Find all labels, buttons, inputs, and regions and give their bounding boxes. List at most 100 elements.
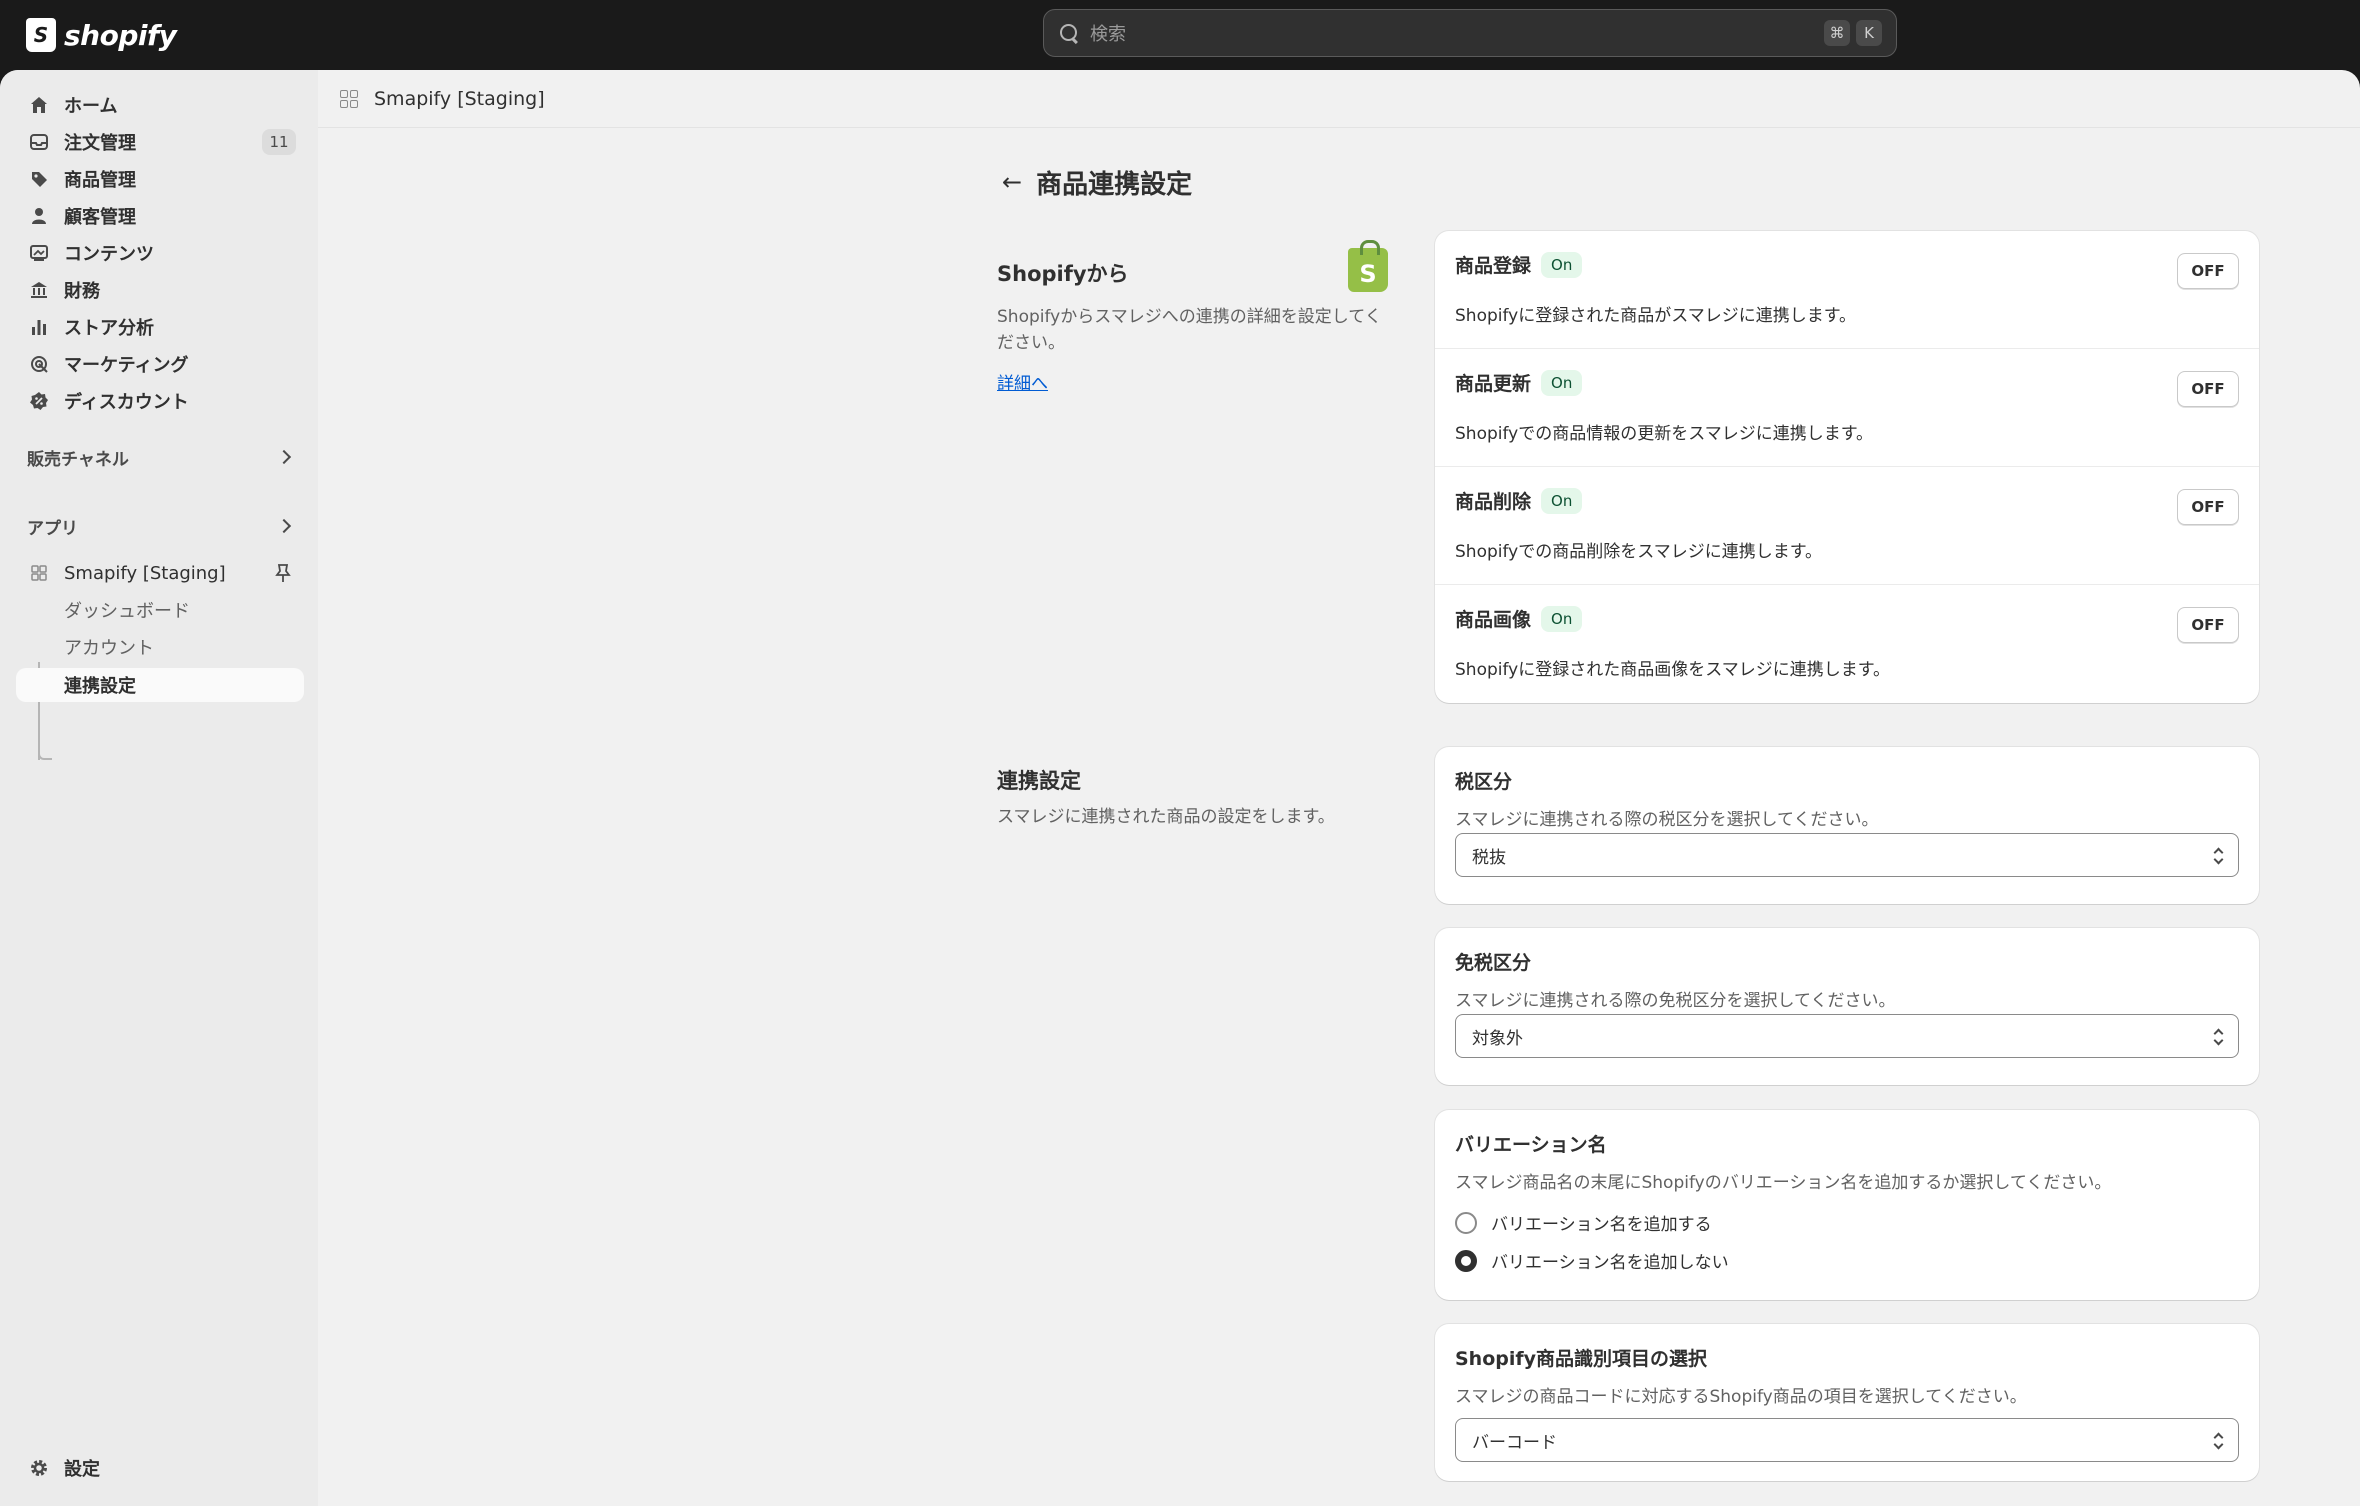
sidebar-item-finance[interactable]: 財務 bbox=[16, 272, 304, 308]
subnav-label: アカウント bbox=[64, 638, 154, 659]
sidebar-item-label: 設定 bbox=[64, 1459, 100, 1480]
sidebar-item-products[interactable]: 商品管理 bbox=[16, 161, 304, 197]
tax-free-card: 免税区分 スマレジに連携される際の免税区分を選択してください。 対象外 bbox=[1435, 928, 2259, 1085]
off-button[interactable]: OFF bbox=[2177, 371, 2239, 407]
tax-free-title: 免税区分 bbox=[1455, 952, 1532, 974]
identifier-select[interactable]: バーコード bbox=[1455, 1418, 2239, 1462]
admin-shell: ホーム 注文管理 11 商品管理 顧客管理 コンテンツ 財務 ストア分析 マーケ… bbox=[0, 70, 2360, 1506]
inbox-icon bbox=[28, 131, 50, 153]
variation-title: バリエーション名 bbox=[1455, 1134, 1607, 1156]
sidebar-item-label: コンテンツ bbox=[64, 244, 154, 265]
sidebar: ホーム 注文管理 11 商品管理 顧客管理 コンテンツ 財務 ストア分析 マーケ… bbox=[0, 70, 318, 1506]
sidebar-item-discounts[interactable]: ディスカウント bbox=[16, 383, 304, 419]
sidebar-item-label: ホーム bbox=[64, 96, 118, 117]
app-grid-icon bbox=[340, 89, 358, 108]
section-title-from-shopify: Shopifyから bbox=[997, 262, 1129, 286]
main-content: Smapify [Staging] ← 商品連携設定 Shopifyから Sho… bbox=[318, 70, 2360, 1506]
tax-card: 税区分 スマレジに連携される際の税区分を選択してください。 税抜 bbox=[1435, 747, 2259, 904]
sidebar-item-label: ストア分析 bbox=[64, 318, 154, 339]
sync-row-image: 商品画像 On Shopifyに登録された商品画像をスマレジに連携します。 OF… bbox=[1435, 585, 2259, 703]
select-arrows-icon bbox=[2212, 1431, 2224, 1451]
row-desc: Shopifyでの商品情報の更新をスマレジに連携します。 bbox=[1455, 424, 1874, 444]
row-desc: Shopifyに登録された商品画像をスマレジに連携します。 bbox=[1455, 660, 1891, 680]
tax-desc: スマレジに連携される際の税区分を選択してください。 bbox=[1455, 810, 1879, 830]
row-title-text: 商品更新 bbox=[1455, 373, 1532, 395]
tax-select[interactable]: 税抜 bbox=[1455, 833, 2239, 877]
pin-icon[interactable] bbox=[274, 563, 292, 588]
row-title: 商品登録 On bbox=[1455, 251, 1583, 278]
subnav-label: ダッシュボード bbox=[64, 601, 190, 622]
radio-button-selected[interactable] bbox=[1455, 1249, 1477, 1272]
row-title-text: 商品画像 bbox=[1455, 609, 1532, 631]
off-button[interactable]: OFF bbox=[2177, 253, 2239, 289]
identifier-card: Shopify商品識別項目の選択 スマレジの商品コードに対応するShopify商… bbox=[1435, 1324, 2259, 1481]
sidebar-item-home[interactable]: ホーム bbox=[16, 87, 304, 123]
details-link[interactable]: 詳細へ bbox=[997, 369, 1048, 394]
row-title-text: 商品登録 bbox=[1455, 255, 1532, 277]
sales-channels-label: 販売チャネル bbox=[27, 449, 129, 470]
app-title-bar: Smapify [Staging] bbox=[318, 70, 2360, 128]
apps-section[interactable]: アプリ bbox=[27, 511, 297, 541]
app-grid-icon bbox=[28, 562, 50, 584]
row-desc: Shopifyでの商品削除をスマレジに連携します。 bbox=[1455, 542, 1823, 562]
tax-title: 税区分 bbox=[1455, 771, 1513, 793]
sidebar-item-label: 顧客管理 bbox=[64, 207, 136, 228]
sync-row-register: 商品登録 On Shopifyに登録された商品がスマレジに連携します。 OFF bbox=[1435, 231, 2259, 349]
shopify-sync-card: 商品登録 On Shopifyに登録された商品がスマレジに連携します。 OFF … bbox=[1435, 231, 2259, 703]
subnav-link-settings[interactable]: 連携設定 bbox=[16, 668, 304, 702]
identifier-title: Shopify商品識別項目の選択 bbox=[1455, 1348, 1708, 1370]
status-badge: On bbox=[1541, 251, 1583, 278]
tax-free-desc: スマレジに連携される際の免税区分を選択してください。 bbox=[1455, 991, 1896, 1011]
off-button[interactable]: OFF bbox=[2177, 489, 2239, 525]
sidebar-item-app[interactable]: Smapify [Staging] bbox=[16, 555, 304, 591]
shopify-bag-icon: S bbox=[1348, 240, 1388, 292]
off-button[interactable]: OFF bbox=[2177, 607, 2239, 643]
target-icon bbox=[28, 353, 50, 375]
command-key: ⌘ bbox=[1824, 20, 1850, 46]
home-icon bbox=[28, 94, 50, 116]
app-bar-title: Smapify [Staging] bbox=[374, 87, 545, 110]
tax-free-select[interactable]: 対象外 bbox=[1455, 1014, 2239, 1058]
radio-button[interactable] bbox=[1455, 1211, 1477, 1234]
sidebar-item-label: 注文管理 bbox=[64, 133, 136, 154]
radio-no-variation[interactable]: バリエーション名を追加しない bbox=[1455, 1248, 1729, 1273]
sales-channels-section[interactable]: 販売チャネル bbox=[27, 442, 297, 472]
tax-select-value: 税抜 bbox=[1472, 847, 1506, 868]
section-desc-link-settings: スマレジに連携された商品の設定をします。 bbox=[997, 807, 1335, 827]
identifier-desc: スマレジの商品コードに対応するShopify商品の項目を選択してください。 bbox=[1455, 1387, 2027, 1407]
radio-label: バリエーション名を追加する bbox=[1491, 1215, 1712, 1235]
sidebar-item-label: 財務 bbox=[64, 281, 100, 302]
top-bar: S shopify 検索 ⌘ K bbox=[0, 0, 2360, 70]
search-bar[interactable]: 検索 ⌘ K bbox=[1043, 9, 1897, 57]
sync-row-delete: 商品削除 On Shopifyでの商品削除をスマレジに連携します。 OFF bbox=[1435, 467, 2259, 585]
sidebar-item-analytics[interactable]: ストア分析 bbox=[16, 309, 304, 345]
tax-free-select-value: 対象外 bbox=[1472, 1028, 1523, 1049]
variation-card: バリエーション名 スマレジ商品名の末尾にShopifyのバリエーション名を追加す… bbox=[1435, 1110, 2259, 1300]
sidebar-item-orders[interactable]: 注文管理 11 bbox=[16, 124, 304, 160]
shopify-logo[interactable]: S shopify bbox=[26, 16, 177, 54]
status-badge: On bbox=[1541, 605, 1583, 632]
sidebar-item-settings[interactable]: 設定 bbox=[16, 1450, 304, 1486]
sidebar-item-label: マーケティング bbox=[64, 355, 189, 376]
search-placeholder: 検索 bbox=[1090, 24, 1126, 45]
sidebar-item-customers[interactable]: 顧客管理 bbox=[16, 198, 304, 234]
section-title-link-settings: 連携設定 bbox=[997, 769, 1081, 793]
k-key: K bbox=[1856, 20, 1882, 46]
person-icon bbox=[28, 205, 50, 227]
sidebar-item-marketing[interactable]: マーケティング bbox=[16, 346, 304, 382]
back-arrow-icon[interactable]: ← bbox=[1002, 168, 1022, 196]
row-title: 商品更新 On bbox=[1455, 369, 1583, 396]
page-header: ← 商品連携設定 bbox=[1002, 162, 1192, 202]
app-name: Smapify [Staging] bbox=[64, 562, 226, 584]
select-arrows-icon bbox=[2212, 846, 2224, 866]
sidebar-item-content[interactable]: コンテンツ bbox=[16, 235, 304, 271]
radio-add-variation[interactable]: バリエーション名を追加する bbox=[1455, 1210, 1712, 1235]
row-desc: Shopifyに登録された商品がスマレジに連携します。 bbox=[1455, 306, 1857, 326]
row-title: 商品削除 On bbox=[1455, 487, 1583, 514]
subnav-account[interactable]: アカウント bbox=[16, 630, 304, 664]
search-icon bbox=[1058, 22, 1080, 44]
subnav-dashboard[interactable]: ダッシュボード bbox=[16, 593, 304, 627]
status-badge: On bbox=[1541, 369, 1583, 396]
status-badge: On bbox=[1541, 487, 1583, 514]
discount-icon bbox=[28, 390, 50, 412]
